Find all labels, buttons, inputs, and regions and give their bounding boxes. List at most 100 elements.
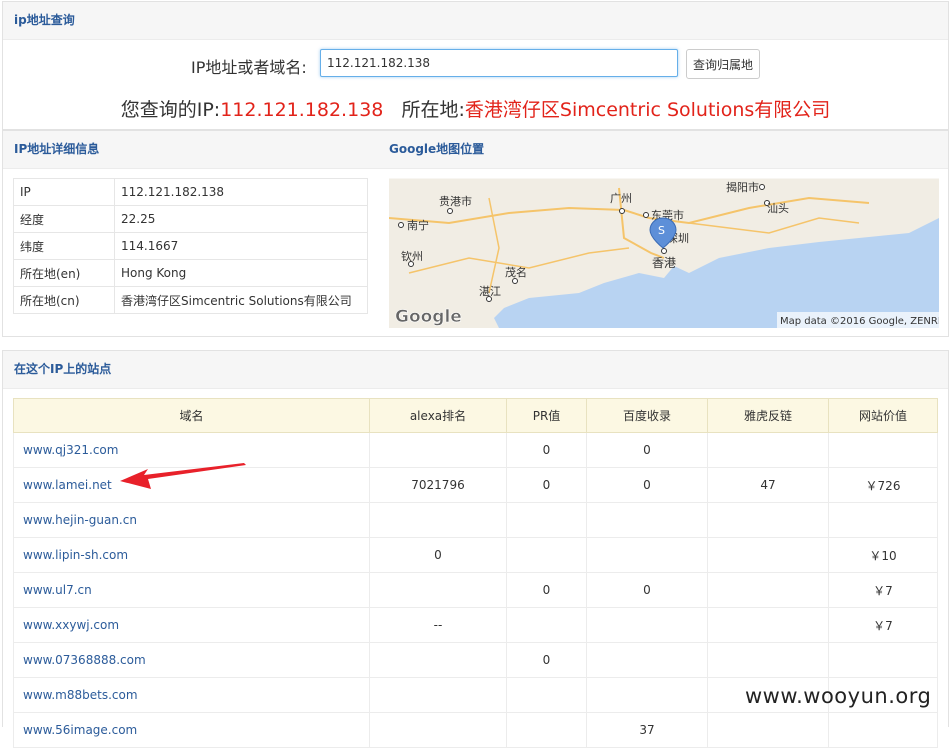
yahoo-links: 47 [707,467,829,503]
detail-key: 经度 [13,205,115,233]
detail-key: 所在地(cn) [13,286,115,314]
map-city: 南宁 [407,218,429,232]
alexa-rank [369,502,507,538]
watermark: www.wooyun.org [745,684,932,708]
domain-link[interactable]: www.m88bets.com [13,677,370,713]
detail-key: IP [13,178,115,206]
query-button[interactable]: 查询归属地 [686,49,760,79]
table-row: 纬度 114.1667 [13,232,368,260]
baidu-count [586,502,708,538]
baidu-count: 0 [586,572,708,608]
detail-value: 112.121.182.138 [114,178,368,206]
domain-link[interactable]: www.ul7.cn [13,572,370,608]
alexa-rank [369,677,507,713]
alexa-rank: -- [369,607,507,643]
col-alexa: alexa排名 [369,398,507,433]
site-value [828,712,938,748]
yahoo-links [707,712,829,748]
map-city: 茂名 [505,265,527,279]
baidu-count [586,677,708,713]
query-label: IP地址或者域名: [191,58,307,77]
map-city: 湛江 [479,285,501,298]
map-city: 揭阳市 [726,180,759,194]
yahoo-links [707,572,829,608]
baidu-count: 0 [586,467,708,503]
google-logo: Google [395,307,462,327]
detail-panel: IP地址详细信息 Google地图位置 IP 112.121.182.138 经度… [2,130,949,337]
query-result: 您查询的IP:112.121.182.138 所在地:香港湾仔区Simcentr… [3,95,948,122]
map-canvas: 贵港市 广州 东莞市 揭阳市 汕头 南宁 深圳 香港 钦州 茂名 湛江 S Go… [389,178,939,328]
map-city: 广州 [610,192,632,205]
yahoo-links [707,642,829,678]
result-location: 香港湾仔区Simcentric Solutions有限公司 [464,99,831,121]
map-city: 汕头 [767,202,789,215]
google-map[interactable]: 贵港市 广州 东莞市 揭阳市 汕头 南宁 深圳 香港 钦州 茂名 湛江 S Go… [389,178,939,328]
map-attribution: Map data ©2016 Google, ZENRIN [780,316,939,327]
baidu-count: 0 [586,432,708,468]
yahoo-links [707,607,829,643]
pr-value: 0 [506,572,587,608]
table-row: 所在地(en) Hong Kong [13,259,368,287]
marker-label: S [658,224,665,237]
domain-link[interactable]: www.lipin-sh.com [13,537,370,573]
table-row: www.56image.com 37 [13,712,938,748]
pr-value [506,677,587,713]
col-pr: PR值 [506,398,587,433]
query-panel-title: ip地址查询 [3,2,948,40]
pr-value [506,607,587,643]
baidu-count [586,642,708,678]
red-arrow-icon [120,463,246,489]
detail-title: IP地址详细信息 [14,142,100,156]
domain-link[interactable]: www.56image.com [13,712,370,748]
site-value: ￥7 [828,572,938,608]
result-ip: 112.121.182.138 [220,99,384,121]
yahoo-links [707,502,829,538]
map-title: Google地图位置 [389,142,485,156]
table-row: www.xxywj.com -- ￥7 [13,607,938,643]
col-domain: 域名 [13,398,370,433]
table-header-row: 域名 alexa排名 PR值 百度收录 雅虎反链 网站价值 [13,398,938,433]
detail-value: 114.1667 [114,232,368,260]
pr-value [506,537,587,573]
sites-panel-title: 在这个IP上的站点 [3,351,948,389]
baidu-count [586,607,708,643]
detail-value: 香港湾仔区Simcentric Solutions有限公司 [114,286,368,314]
domain-link[interactable]: www.xxywj.com [13,607,370,643]
table-row: 经度 22.25 [13,205,368,233]
pr-value [506,502,587,538]
col-yahoo: 雅虎反链 [707,398,829,433]
query-panel: ip地址查询 IP地址或者域名: 查询归属地 您查询的IP:112.121.18… [2,1,949,130]
alexa-rank [369,572,507,608]
site-value [828,642,938,678]
site-value: ￥10 [828,537,938,573]
table-row: www.lipin-sh.com 0 ￥10 [13,537,938,573]
alexa-rank: 0 [369,537,507,573]
domain-link[interactable]: www.hejin-guan.cn [13,502,370,538]
map-city: 钦州 [401,250,423,263]
baidu-count [586,537,708,573]
alexa-rank [369,712,507,748]
map-city: 贵港市 [439,194,472,208]
alexa-rank [369,432,507,468]
alexa-rank [369,642,507,678]
site-value: ￥726 [828,467,938,503]
col-baidu: 百度收录 [586,398,708,433]
detail-value: 22.25 [114,205,368,233]
col-value: 网站价值 [828,398,938,433]
baidu-count: 37 [586,712,708,748]
site-value [828,432,938,468]
ip-search-input[interactable] [320,49,678,77]
pr-value: 0 [506,642,587,678]
table-row: www.hejin-guan.cn [13,502,938,538]
domain-link[interactable]: www.07368888.com [13,642,370,678]
query-row: IP地址或者域名: 查询归属地 [3,49,948,81]
result-prefix: 您查询的IP: [120,99,221,121]
ip-detail-table: IP 112.121.182.138 经度 22.25 纬度 114.1667 所在地… [13,178,368,314]
table-row: www.ul7.cn 0 0 ￥7 [13,572,938,608]
table-row: www.07368888.com 0 [13,642,938,678]
result-location-label: 所在地: [401,99,465,121]
pr-value: 0 [506,432,587,468]
yahoo-links [707,537,829,573]
table-row: 所在地(cn) 香港湾仔区Simcentric Solutions有限公司 [13,286,368,314]
sites-panel: 在这个IP上的站点 域名 alexa排名 PR值 百度收录 雅虎反链 网站价值 … [2,350,949,748]
